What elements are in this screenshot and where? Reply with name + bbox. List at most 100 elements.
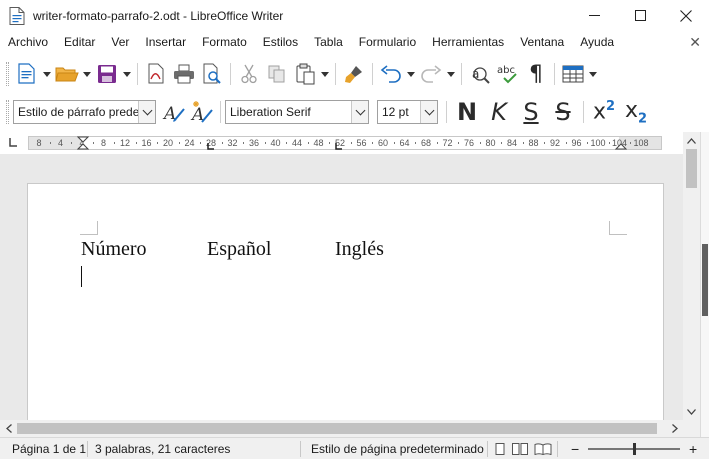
- spelling-button[interactable]: abc: [494, 60, 522, 88]
- document-page[interactable]: [27, 183, 664, 420]
- sidebar-collapsed[interactable]: [700, 132, 709, 437]
- new-document-dropdown[interactable]: [41, 60, 53, 88]
- ruler-tick-label: 24: [184, 138, 195, 148]
- ruler-tick-label: 40: [270, 138, 281, 148]
- tab-stop-icon[interactable]: [335, 143, 343, 151]
- update-style-button[interactable]: A: [160, 98, 188, 126]
- clone-formatting-button[interactable]: [340, 60, 368, 88]
- document-text-numero[interactable]: Número: [81, 238, 147, 261]
- single-page-view-icon[interactable]: [494, 443, 506, 455]
- document-text-espanol[interactable]: Español: [207, 238, 271, 261]
- zoom-slider-thumb[interactable]: [633, 443, 636, 455]
- page-count-status[interactable]: Página 1 de 1: [12, 438, 86, 459]
- menu-insertar[interactable]: Insertar: [137, 31, 194, 53]
- italic-button[interactable]: K: [483, 98, 515, 126]
- open-dropdown[interactable]: [81, 60, 93, 88]
- cut-button[interactable]: [235, 60, 263, 88]
- font-name-dropdown[interactable]: [351, 101, 368, 123]
- export-pdf-button[interactable]: [142, 60, 170, 88]
- ruler-tick-label: 100: [590, 138, 606, 148]
- menu-formulario[interactable]: Formulario: [351, 31, 424, 53]
- menu-estilos[interactable]: Estilos: [255, 31, 306, 53]
- print-preview-button[interactable]: [198, 60, 226, 88]
- find-replace-button[interactable]: a: [466, 60, 494, 88]
- paragraph-style-value[interactable]: Estilo de párrafo predeterminado: [14, 105, 138, 119]
- horizontal-ruler[interactable]: 8 4 4 8 12 16 20 24 28 32 36 40 44 48 52 56 60 64 68 72 76 80…: [28, 136, 662, 150]
- paragraph-style-combo[interactable]: Estilo de párrafo predeterminado: [13, 100, 156, 124]
- strikethrough-button[interactable]: S: [547, 98, 579, 126]
- print-button[interactable]: [170, 60, 198, 88]
- tab-stop-selector-icon[interactable]: [8, 136, 18, 148]
- ruler-tick-mark: [157, 142, 159, 144]
- paragraph-style-dropdown[interactable]: [138, 101, 155, 123]
- horizontal-scroll-thumb[interactable]: [17, 423, 657, 434]
- undo-button[interactable]: [377, 60, 405, 88]
- menu-ver[interactable]: Ver: [103, 31, 137, 53]
- ruler-tick-mark: [135, 142, 137, 144]
- redo-dropdown[interactable]: [445, 60, 457, 88]
- maximize-button[interactable]: [617, 0, 663, 31]
- insert-table-button[interactable]: [559, 60, 587, 88]
- zoom-in-button[interactable]: +: [689, 438, 697, 459]
- menu-archivo[interactable]: Archivo: [0, 31, 56, 53]
- vertical-scrollbar[interactable]: [683, 132, 700, 420]
- menu-editar[interactable]: Editar: [56, 31, 103, 53]
- formatting-marks-button[interactable]: ¶: [522, 60, 550, 88]
- open-button[interactable]: [53, 60, 81, 88]
- underline-button[interactable]: S: [515, 98, 547, 126]
- bold-button[interactable]: N: [451, 98, 483, 126]
- page-style-status[interactable]: Estilo de página predeterminado: [311, 438, 484, 459]
- copy-button[interactable]: [263, 60, 291, 88]
- paste-button[interactable]: [291, 60, 319, 88]
- sidebar-handle[interactable]: [702, 244, 708, 316]
- paste-dropdown[interactable]: [319, 60, 331, 88]
- minimize-button[interactable]: [571, 0, 617, 31]
- menu-herramientas[interactable]: Herramientas: [424, 31, 512, 53]
- ruler-tick-label: 80: [485, 138, 496, 148]
- scroll-down-button[interactable]: [683, 403, 700, 420]
- scroll-right-button[interactable]: [666, 420, 683, 437]
- table-icon: [562, 65, 584, 83]
- menu-tabla[interactable]: Tabla: [306, 31, 351, 53]
- subscript-icon: x2: [625, 98, 647, 126]
- word-count-status[interactable]: 3 palabras, 21 caracteres: [95, 438, 230, 459]
- toolbar-grip[interactable]: [6, 62, 9, 86]
- zoom-out-button[interactable]: −: [571, 438, 579, 459]
- ruler-tick-mark: [49, 142, 51, 144]
- pdf-icon: [148, 63, 164, 84]
- font-size-combo[interactable]: 12 pt: [377, 100, 438, 124]
- right-indent-marker-icon[interactable]: [615, 136, 627, 150]
- font-size-value[interactable]: 12 pt: [378, 105, 420, 119]
- book-view-icon[interactable]: [534, 443, 552, 455]
- multi-page-view-icon[interactable]: [512, 443, 528, 455]
- document-text-ingles[interactable]: Inglés: [335, 238, 384, 261]
- printer-icon: [174, 64, 194, 84]
- font-size-dropdown[interactable]: [420, 101, 437, 123]
- scroll-up-button[interactable]: [683, 132, 700, 149]
- font-name-value[interactable]: Liberation Serif: [226, 105, 351, 119]
- new-style-button[interactable]: A: [188, 98, 216, 126]
- subscript-button[interactable]: x2: [620, 98, 652, 126]
- chevron-down-icon: [687, 408, 696, 415]
- close-document-button[interactable]: ✕: [689, 31, 701, 53]
- menu-ventana[interactable]: Ventana: [512, 31, 572, 53]
- ruler-tick-mark: [458, 142, 460, 144]
- horizontal-scrollbar[interactable]: [0, 420, 683, 437]
- vertical-scroll-thumb[interactable]: [686, 149, 697, 188]
- tab-stop-icon[interactable]: [207, 143, 215, 151]
- close-button[interactable]: [663, 0, 709, 31]
- indent-marker-icon[interactable]: [77, 136, 89, 150]
- undo-dropdown[interactable]: [405, 60, 417, 88]
- toolbar-grip[interactable]: [6, 100, 9, 124]
- superscript-button[interactable]: x2: [588, 98, 620, 126]
- new-document-button[interactable]: [13, 60, 41, 88]
- menu-formato[interactable]: Formato: [194, 31, 255, 53]
- insert-table-dropdown[interactable]: [587, 60, 599, 88]
- ruler-tick-mark: [71, 142, 73, 144]
- save-button[interactable]: [93, 60, 121, 88]
- redo-button[interactable]: [417, 60, 445, 88]
- save-dropdown[interactable]: [121, 60, 133, 88]
- font-name-combo[interactable]: Liberation Serif: [225, 100, 369, 124]
- menu-ayuda[interactable]: Ayuda: [572, 31, 622, 53]
- scroll-left-button[interactable]: [0, 420, 17, 437]
